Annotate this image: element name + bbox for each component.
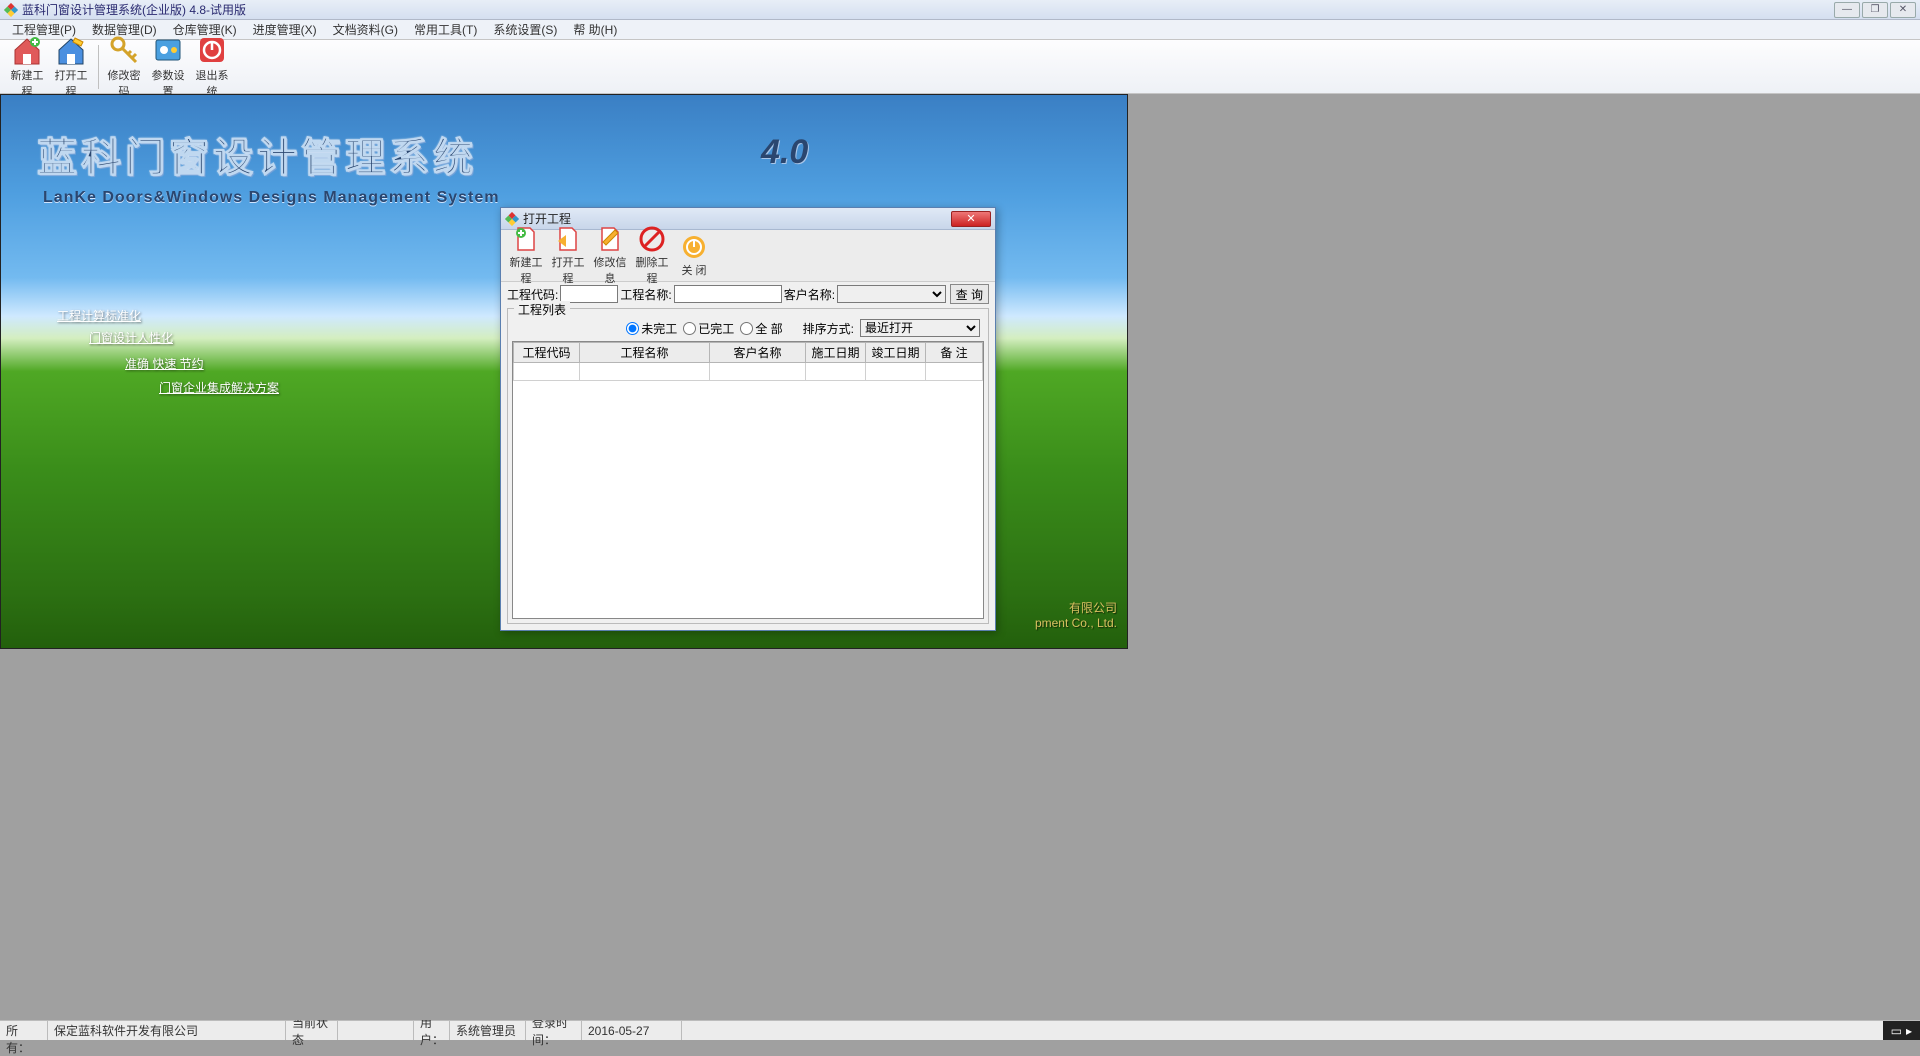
splash-tagline-2: 门窗设计人性化 xyxy=(89,329,173,346)
splash-company: 有限公司 pment Co., Ltd. xyxy=(1035,599,1117,630)
main-toolbar: 新建工程 打开工程 修改密码 参数设置 退出系统 xyxy=(0,40,1920,94)
open-project-dialog: 打开工程 ✕ 新建工程 打开工程 xyxy=(500,207,996,631)
status-user-value: 系统管理员 xyxy=(450,1021,526,1040)
splash-company-cn: 有限公司 xyxy=(1035,599,1117,616)
tray-battery-icon: ▭ xyxy=(1891,1024,1902,1038)
col-start[interactable]: 施工日期 xyxy=(806,343,866,363)
dlg-close-label: 关 闭 xyxy=(673,262,715,278)
status-state-label: 当前状态 xyxy=(286,1021,338,1040)
dialog-toolbar: 新建工程 打开工程 修改信息 xyxy=(501,230,995,282)
system-tray: ▭ ▸ xyxy=(1883,1021,1920,1040)
dlg-delete-project-button[interactable]: 删除工程 xyxy=(631,225,673,286)
col-code[interactable]: 工程代码 xyxy=(514,343,580,363)
project-name-label: 工程名称: xyxy=(620,286,671,303)
house-plus-icon xyxy=(11,34,43,66)
menu-settings[interactable]: 系统设置(S) xyxy=(485,19,565,40)
project-list-group: 工程列表 未完工 已完工 全 部 排序方式: 最近打开 xyxy=(507,308,989,624)
main-window: 蓝科门窗设计管理系统(企业版) 4.8-试用版 — ❐ ✕ 工程管理(P) 数据… xyxy=(0,0,1920,1040)
param-settings-button[interactable]: 参数设置 xyxy=(147,34,189,99)
open-doc-icon xyxy=(554,225,582,253)
dlg-open-project-button[interactable]: 打开工程 xyxy=(547,225,589,286)
customer-select[interactable] xyxy=(837,285,946,303)
minimize-button[interactable]: — xyxy=(1834,2,1860,18)
radio-unfinished[interactable]: 未完工 xyxy=(626,320,677,337)
project-code-label: 工程代码: xyxy=(507,286,558,303)
dialog-app-icon xyxy=(505,212,519,226)
project-list-group-label: 工程列表 xyxy=(514,301,570,318)
customer-label: 客户名称: xyxy=(784,286,835,303)
content-area: 蓝科门窗设计管理系统 4.0 LanKe Doors&Windows Desig… xyxy=(0,94,1920,1020)
menubar: 工程管理(P) 数据管理(D) 仓库管理(K) 进度管理(X) 文档资料(G) … xyxy=(0,20,1920,40)
table-header-row: 工程代码 工程名称 客户名称 施工日期 竣工日期 备 注 xyxy=(514,343,983,363)
main-titlebar: 蓝科门窗设计管理系统(企业版) 4.8-试用版 — ❐ ✕ xyxy=(0,0,1920,20)
exit-system-button[interactable]: 退出系统 xyxy=(191,34,233,99)
status-login-value: 2016-05-27 xyxy=(582,1021,682,1040)
splash-tagline-3: 准确 快速 节约 xyxy=(125,355,204,372)
menu-progress[interactable]: 进度管理(X) xyxy=(245,19,325,40)
dialog-close-button[interactable]: ✕ xyxy=(951,211,991,227)
menu-help[interactable]: 帮 助(H) xyxy=(565,19,625,40)
splash-company-en: pment Co., Ltd. xyxy=(1035,616,1117,630)
col-end[interactable]: 竣工日期 xyxy=(866,343,926,363)
splash-tagline-4: 门窗企业集成解决方案 xyxy=(159,379,279,396)
window-controls: — ❐ ✕ xyxy=(1834,2,1916,18)
status-state-value xyxy=(338,1021,414,1040)
tray-chevron-icon: ▸ xyxy=(1906,1024,1912,1038)
filter-row: 未完工 已完工 全 部 排序方式: 最近打开 xyxy=(512,319,984,341)
statusbar: 版权所有： 保定蓝科软件开发有限公司 当前状态 用户： 系统管理员 登录时间： … xyxy=(0,1020,1920,1040)
menu-documents[interactable]: 文档资料(G) xyxy=(325,19,406,40)
splash-version: 4.0 xyxy=(761,133,808,172)
dlg-edit-info-button[interactable]: 修改信息 xyxy=(589,225,631,286)
project-table[interactable]: 工程代码 工程名称 客户名称 施工日期 竣工日期 备 注 xyxy=(512,341,984,619)
status-login-label: 登录时间： xyxy=(526,1021,582,1040)
dlg-new-project-button[interactable]: 新建工程 xyxy=(505,225,547,286)
query-button[interactable]: 查 询 xyxy=(950,284,989,304)
col-remark[interactable]: 备 注 xyxy=(926,343,983,363)
power-icon xyxy=(196,34,228,66)
main-title: 蓝科门窗设计管理系统(企业版) 4.8-试用版 xyxy=(22,1,1834,18)
edit-doc-icon xyxy=(596,225,624,253)
status-copyright-label: 版权所有： xyxy=(0,1021,48,1040)
project-name-input[interactable] xyxy=(674,285,782,303)
table-row[interactable] xyxy=(514,363,983,381)
sort-label: 排序方式: xyxy=(803,320,854,337)
key-icon xyxy=(108,34,140,66)
settings-icon xyxy=(152,34,184,66)
radio-all[interactable]: 全 部 xyxy=(740,320,782,337)
splash-tagline-1: 工程计算标准化 xyxy=(57,307,141,324)
change-password-button[interactable]: 修改密码 xyxy=(103,34,145,99)
restore-button[interactable]: ❐ xyxy=(1862,2,1888,18)
toolbar-separator xyxy=(98,45,99,89)
menu-tools[interactable]: 常用工具(T) xyxy=(406,19,485,40)
dialog-search-row: 工程代码: 工程名称: 客户名称: 查 询 xyxy=(501,282,995,306)
col-customer[interactable]: 客户名称 xyxy=(710,343,806,363)
house-open-icon xyxy=(55,34,87,66)
power-circle-icon xyxy=(680,233,708,261)
close-button[interactable]: ✕ xyxy=(1890,2,1916,18)
open-project-button[interactable]: 打开工程 xyxy=(50,34,92,99)
forbidden-icon xyxy=(638,225,666,253)
new-doc-icon xyxy=(512,225,540,253)
splash-title-en: LanKe Doors&Windows Designs Management S… xyxy=(43,189,500,207)
radio-finished[interactable]: 已完工 xyxy=(683,320,734,337)
app-icon xyxy=(4,3,18,17)
status-copyright-value: 保定蓝科软件开发有限公司 xyxy=(48,1021,286,1040)
new-project-button[interactable]: 新建工程 xyxy=(6,34,48,99)
status-user-label: 用户： xyxy=(414,1021,450,1040)
dlg-close-button[interactable]: 关 闭 xyxy=(673,233,715,278)
col-name[interactable]: 工程名称 xyxy=(580,343,710,363)
sort-select[interactable]: 最近打开 xyxy=(860,319,980,337)
splash-title-cn: 蓝科门窗设计管理系统 xyxy=(37,125,477,183)
